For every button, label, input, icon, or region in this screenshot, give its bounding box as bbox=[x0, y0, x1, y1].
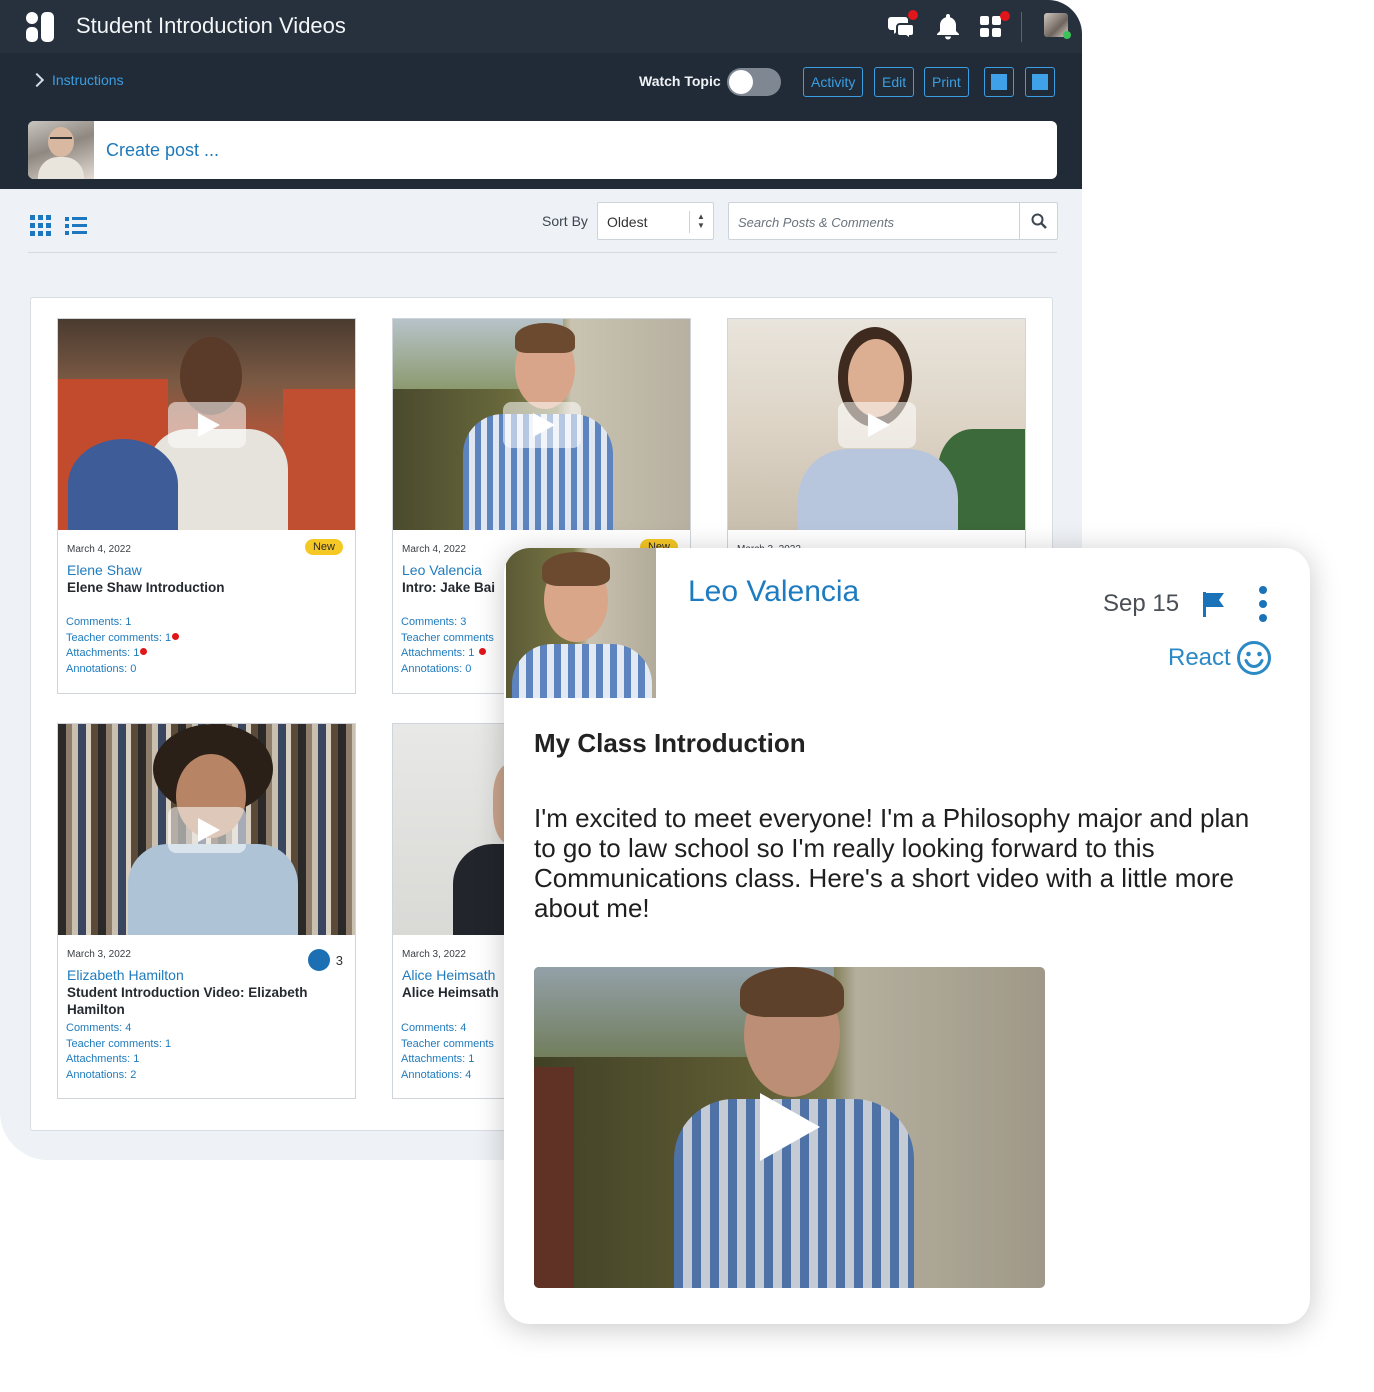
annotations-count[interactable]: Annotations: 0 bbox=[66, 662, 179, 678]
new-badge: New bbox=[304, 539, 343, 555]
post-card[interactable]: March 4, 2022 New Elene Shaw Elene Shaw … bbox=[57, 318, 356, 694]
teacher-comments-count[interactable]: Teacher comments bbox=[401, 631, 494, 647]
post-stats: Comments: 4 Teacher comments Attachments… bbox=[401, 1021, 494, 1083]
unread-dot bbox=[479, 648, 487, 655]
apps-notification-dot bbox=[1000, 11, 1010, 21]
unread-dot bbox=[172, 632, 180, 640]
comments-count[interactable]: Comments: 3 bbox=[401, 615, 494, 631]
square-icon bbox=[991, 74, 1007, 90]
activity-button[interactable]: Activity bbox=[803, 67, 864, 97]
grid-view-icon[interactable] bbox=[30, 215, 51, 236]
annotations-count[interactable]: Annotations: 0 bbox=[401, 662, 494, 678]
post-author-link[interactable]: Elene Shaw bbox=[67, 562, 142, 578]
chat-notification-dot bbox=[908, 10, 918, 20]
attachments-count[interactable]: Attachments: 1 bbox=[66, 1052, 171, 1068]
annotations-count[interactable]: Annotations: 4 bbox=[401, 1068, 494, 1084]
annotations-count[interactable]: Annotations: 2 bbox=[66, 1068, 171, 1084]
video-thumbnail[interactable] bbox=[58, 319, 355, 530]
play-button-icon[interactable] bbox=[503, 402, 581, 448]
play-button-icon[interactable] bbox=[168, 807, 246, 853]
react-label[interactable]: React bbox=[1168, 644, 1231, 672]
sort-select[interactable]: Oldest ▲ ▼ bbox=[597, 202, 714, 240]
post-date: March 3, 2022 bbox=[402, 949, 466, 960]
unread-dot bbox=[140, 648, 148, 655]
author-photo[interactable] bbox=[506, 548, 656, 698]
print-button[interactable]: Print bbox=[924, 67, 969, 97]
post-card[interactable]: March 3, 2022 3 Elizabeth Hamilton Stude… bbox=[57, 723, 356, 1099]
post-author-link[interactable]: Elizabeth Hamilton bbox=[67, 967, 184, 983]
post-stats: Comments: 4 Teacher comments: 1 Attachme… bbox=[66, 1021, 171, 1083]
create-post-placeholder: Create post ... bbox=[106, 140, 220, 160]
search-icon[interactable] bbox=[1031, 213, 1047, 229]
video-thumbnail[interactable] bbox=[728, 319, 1025, 530]
post-body: I'm excited to meet everyone! I'm a Phil… bbox=[534, 803, 1250, 923]
topbar-divider bbox=[1021, 12, 1022, 42]
square-icon bbox=[1032, 74, 1048, 90]
post-title: My Class Introduction bbox=[534, 728, 806, 758]
play-icon[interactable] bbox=[760, 1093, 820, 1161]
instructions-link[interactable]: Instructions bbox=[29, 72, 124, 88]
list-view-icon[interactable] bbox=[65, 216, 87, 236]
watch-topic-label: Watch Topic bbox=[639, 73, 721, 89]
post-stats: Comments: 3 Teacher comments Attachments… bbox=[401, 615, 494, 677]
filter-divider bbox=[28, 252, 1057, 253]
post-stats: Comments: 1 Teacher comments: 1 Attachme… bbox=[66, 615, 180, 678]
post-detail-popup: Leo Valencia Sep 15 React My Class Intro… bbox=[504, 548, 1310, 1324]
comments-count[interactable]: Comments: 4 bbox=[401, 1021, 494, 1037]
edit-button[interactable]: Edit bbox=[874, 67, 915, 97]
layout-square-button-2[interactable] bbox=[1025, 67, 1055, 97]
post-title[interactable]: Student Introduction Video: Elizabeth Ha… bbox=[67, 984, 345, 1018]
user-avatar[interactable] bbox=[1044, 13, 1071, 39]
watch-topic-toggle[interactable] bbox=[727, 68, 781, 96]
play-button-icon[interactable] bbox=[168, 402, 246, 448]
online-status-dot bbox=[1063, 31, 1071, 39]
create-post-box[interactable]: Create post ... bbox=[28, 121, 1057, 179]
teacher-comments-count[interactable]: Teacher comments: 1 bbox=[66, 1037, 171, 1053]
instructions-label: Instructions bbox=[52, 72, 124, 88]
sort-by-label: Sort By bbox=[542, 213, 588, 229]
updown-arrow-icon: ▲ ▼ bbox=[697, 212, 705, 230]
post-author-link[interactable]: Alice Heimsath bbox=[402, 967, 495, 983]
search-input[interactable] bbox=[738, 212, 1008, 232]
toggle-knob bbox=[729, 70, 753, 94]
teacher-comments-count[interactable]: Teacher comments: 1 bbox=[66, 631, 180, 647]
comments-count[interactable]: Comments: 1 bbox=[66, 615, 179, 631]
post-video[interactable] bbox=[534, 967, 1045, 1288]
search-divider bbox=[1019, 203, 1020, 239]
video-thumbnail[interactable] bbox=[393, 319, 690, 530]
search-box bbox=[728, 202, 1058, 240]
smiley-icon[interactable] bbox=[1236, 640, 1272, 676]
sort-select-value: Oldest bbox=[607, 214, 648, 230]
comments-count[interactable]: Comments: 4 bbox=[66, 1021, 171, 1037]
attachments-count[interactable]: Attachments: 1 bbox=[401, 646, 494, 662]
attachments-count[interactable]: Attachments: 1 bbox=[401, 1052, 494, 1068]
logo-icon[interactable] bbox=[26, 12, 54, 42]
reaction-count[interactable]: 3 bbox=[307, 949, 343, 971]
layout-square-button[interactable] bbox=[984, 67, 1014, 97]
select-divider bbox=[689, 211, 690, 233]
post-author-name[interactable]: Leo Valencia bbox=[688, 575, 859, 609]
video-thumbnail[interactable] bbox=[58, 724, 355, 935]
app-title: Student Introduction Videos bbox=[76, 13, 346, 38]
post-date: March 4, 2022 bbox=[67, 544, 131, 555]
chevron-right-icon bbox=[29, 72, 45, 88]
current-user-photo bbox=[28, 121, 94, 179]
top-bar: Student Introduction Videos bbox=[0, 0, 1082, 53]
teacher-comments-count[interactable]: Teacher comments bbox=[401, 1037, 494, 1053]
post-title[interactable]: Elene Shaw Introduction bbox=[67, 579, 345, 596]
apps-icon[interactable] bbox=[978, 11, 1010, 40]
more-options-icon[interactable] bbox=[1258, 586, 1268, 622]
reaction-count-value: 3 bbox=[335, 952, 343, 968]
post-author-link[interactable]: Leo Valencia bbox=[402, 562, 482, 578]
flag-icon[interactable] bbox=[1200, 590, 1228, 618]
reaction-icon bbox=[307, 949, 330, 971]
post-date: March 4, 2022 bbox=[402, 544, 466, 555]
bell-icon[interactable] bbox=[935, 12, 963, 40]
post-date: Sep 15 bbox=[1103, 590, 1180, 617]
play-button-icon[interactable] bbox=[838, 402, 916, 448]
chat-icon[interactable] bbox=[888, 10, 918, 41]
post-date: March 3, 2022 bbox=[67, 949, 131, 960]
attachments-count[interactable]: Attachments: 1 bbox=[66, 646, 179, 662]
